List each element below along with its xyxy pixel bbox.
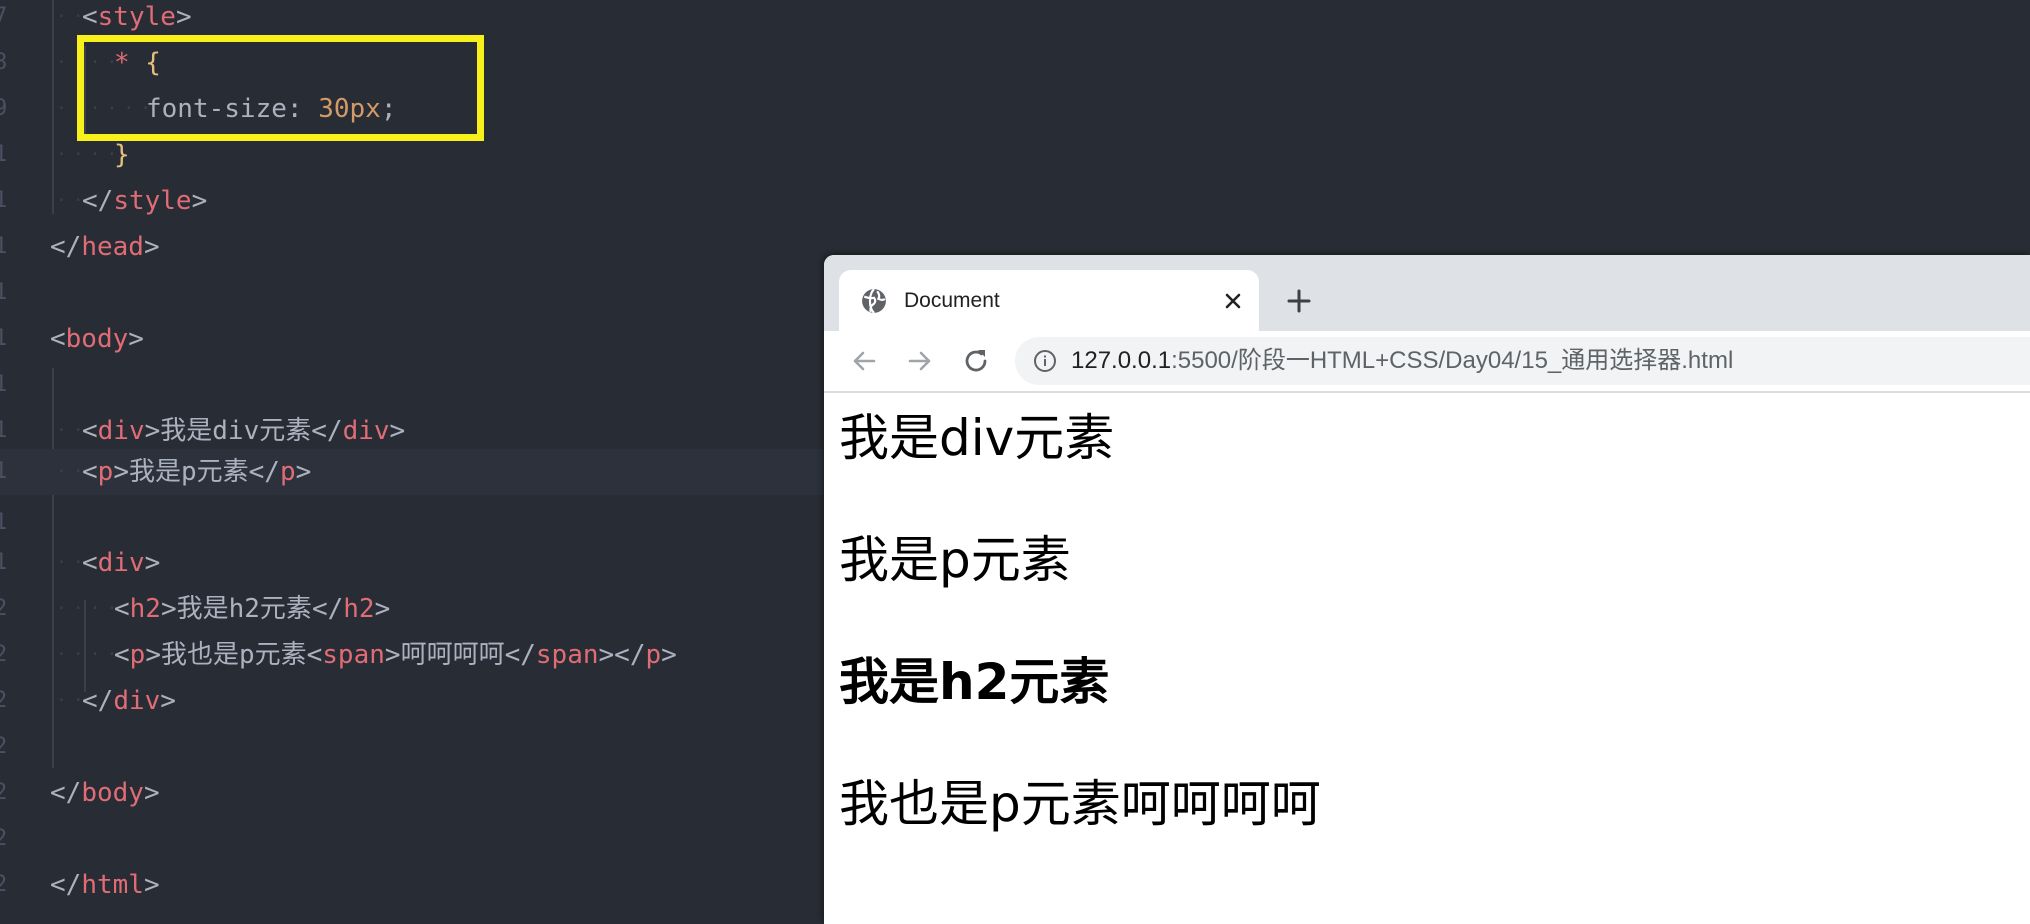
- highlight-annotation-box: [77, 35, 484, 141]
- code-text: <p>我是p元素</p>: [82, 457, 312, 487]
- code-text: </body>: [50, 778, 160, 808]
- line-number: 9: [0, 96, 8, 121]
- code-line[interactable]: 11 ·· </style>: [0, 178, 2030, 224]
- browser-toolbar: 127.0.0.1:5500/阶段一HTML+CSS/Day04/15_通用选择…: [824, 331, 2030, 393]
- arrow-left-icon[interactable]: [848, 345, 880, 377]
- url-host: 127.0.0.1: [1071, 347, 1172, 374]
- line-number: 15: [0, 372, 8, 397]
- line-number: 10: [0, 142, 8, 167]
- url-text[interactable]: 127.0.0.1:5500/阶段一HTML+CSS/Day04/15_通用选择…: [1071, 337, 1733, 385]
- page-p-text: 我是p元素: [839, 531, 1071, 589]
- page-span-text: 呵呵呵呵: [1120, 775, 1321, 833]
- code-text: </head>: [50, 232, 160, 262]
- info-icon[interactable]: [1033, 349, 1057, 373]
- page-div-text: 我是div元素: [839, 409, 1115, 467]
- code-text: <style>: [82, 2, 192, 32]
- line-number: 11: [0, 188, 8, 213]
- line-number: 22: [0, 688, 8, 713]
- url-path: :5500/阶段一HTML+CSS/Day04/15_通用选择器.html: [1171, 347, 1734, 374]
- code-text: </html>: [50, 870, 160, 900]
- globe-icon: [862, 288, 886, 314]
- code-text: <p>我也是p元素<span>呵呵呵呵</span></p>: [114, 640, 677, 670]
- line-number: 16: [0, 418, 8, 443]
- tab-title: Document: [904, 289, 1000, 312]
- line-number: 26: [0, 872, 8, 897]
- line-number: 20: [0, 596, 8, 621]
- line-number: 14: [0, 326, 8, 351]
- page-h2-text: 我是h2元素: [839, 653, 1110, 711]
- reload-icon[interactable]: [960, 345, 992, 377]
- code-text: <div>我是div元素</div>: [82, 416, 406, 446]
- tab-document[interactable]: Document: [839, 270, 1259, 331]
- close-icon[interactable]: [1219, 287, 1247, 315]
- code-text: </div>: [82, 686, 176, 716]
- page-p2-text: 我也是p元素呵呵呵呵: [839, 774, 1321, 834]
- tab-strip: Document: [824, 255, 2030, 331]
- line-number: 18: [0, 510, 8, 535]
- line-number: 21: [0, 642, 8, 667]
- line-number: 7: [0, 4, 8, 29]
- code-text: <h2>我是h2元素</h2>: [114, 594, 391, 624]
- page-p2-main: 我也是p元素: [839, 775, 1121, 833]
- code-text: </style>: [82, 186, 208, 216]
- plus-icon[interactable]: [1282, 284, 1316, 318]
- address-bar[interactable]: 127.0.0.1:5500/阶段一HTML+CSS/Day04/15_通用选择…: [1015, 337, 2030, 385]
- code-text: <div>: [82, 548, 161, 578]
- arrow-right-icon[interactable]: [904, 345, 936, 377]
- line-number: 25: [0, 826, 8, 851]
- line-number: 23: [0, 734, 8, 759]
- line-number: 13: [0, 280, 8, 305]
- line-number: 24: [0, 780, 8, 805]
- line-number: 12: [0, 234, 8, 259]
- line-number: 19: [0, 550, 8, 575]
- code-line[interactable]: 7 ·· <style>: [0, 0, 2030, 40]
- line-number: 17: [0, 459, 8, 484]
- code-text: <body>: [50, 324, 144, 354]
- browser-window: Document 127.0.0.1:5500/阶段一HTML+CSS/Day0…: [824, 255, 2030, 924]
- page-viewport: 我是div元素 我是p元素 我是h2元素 我也是p元素呵呵呵呵: [824, 393, 2030, 924]
- line-number: 8: [0, 50, 8, 75]
